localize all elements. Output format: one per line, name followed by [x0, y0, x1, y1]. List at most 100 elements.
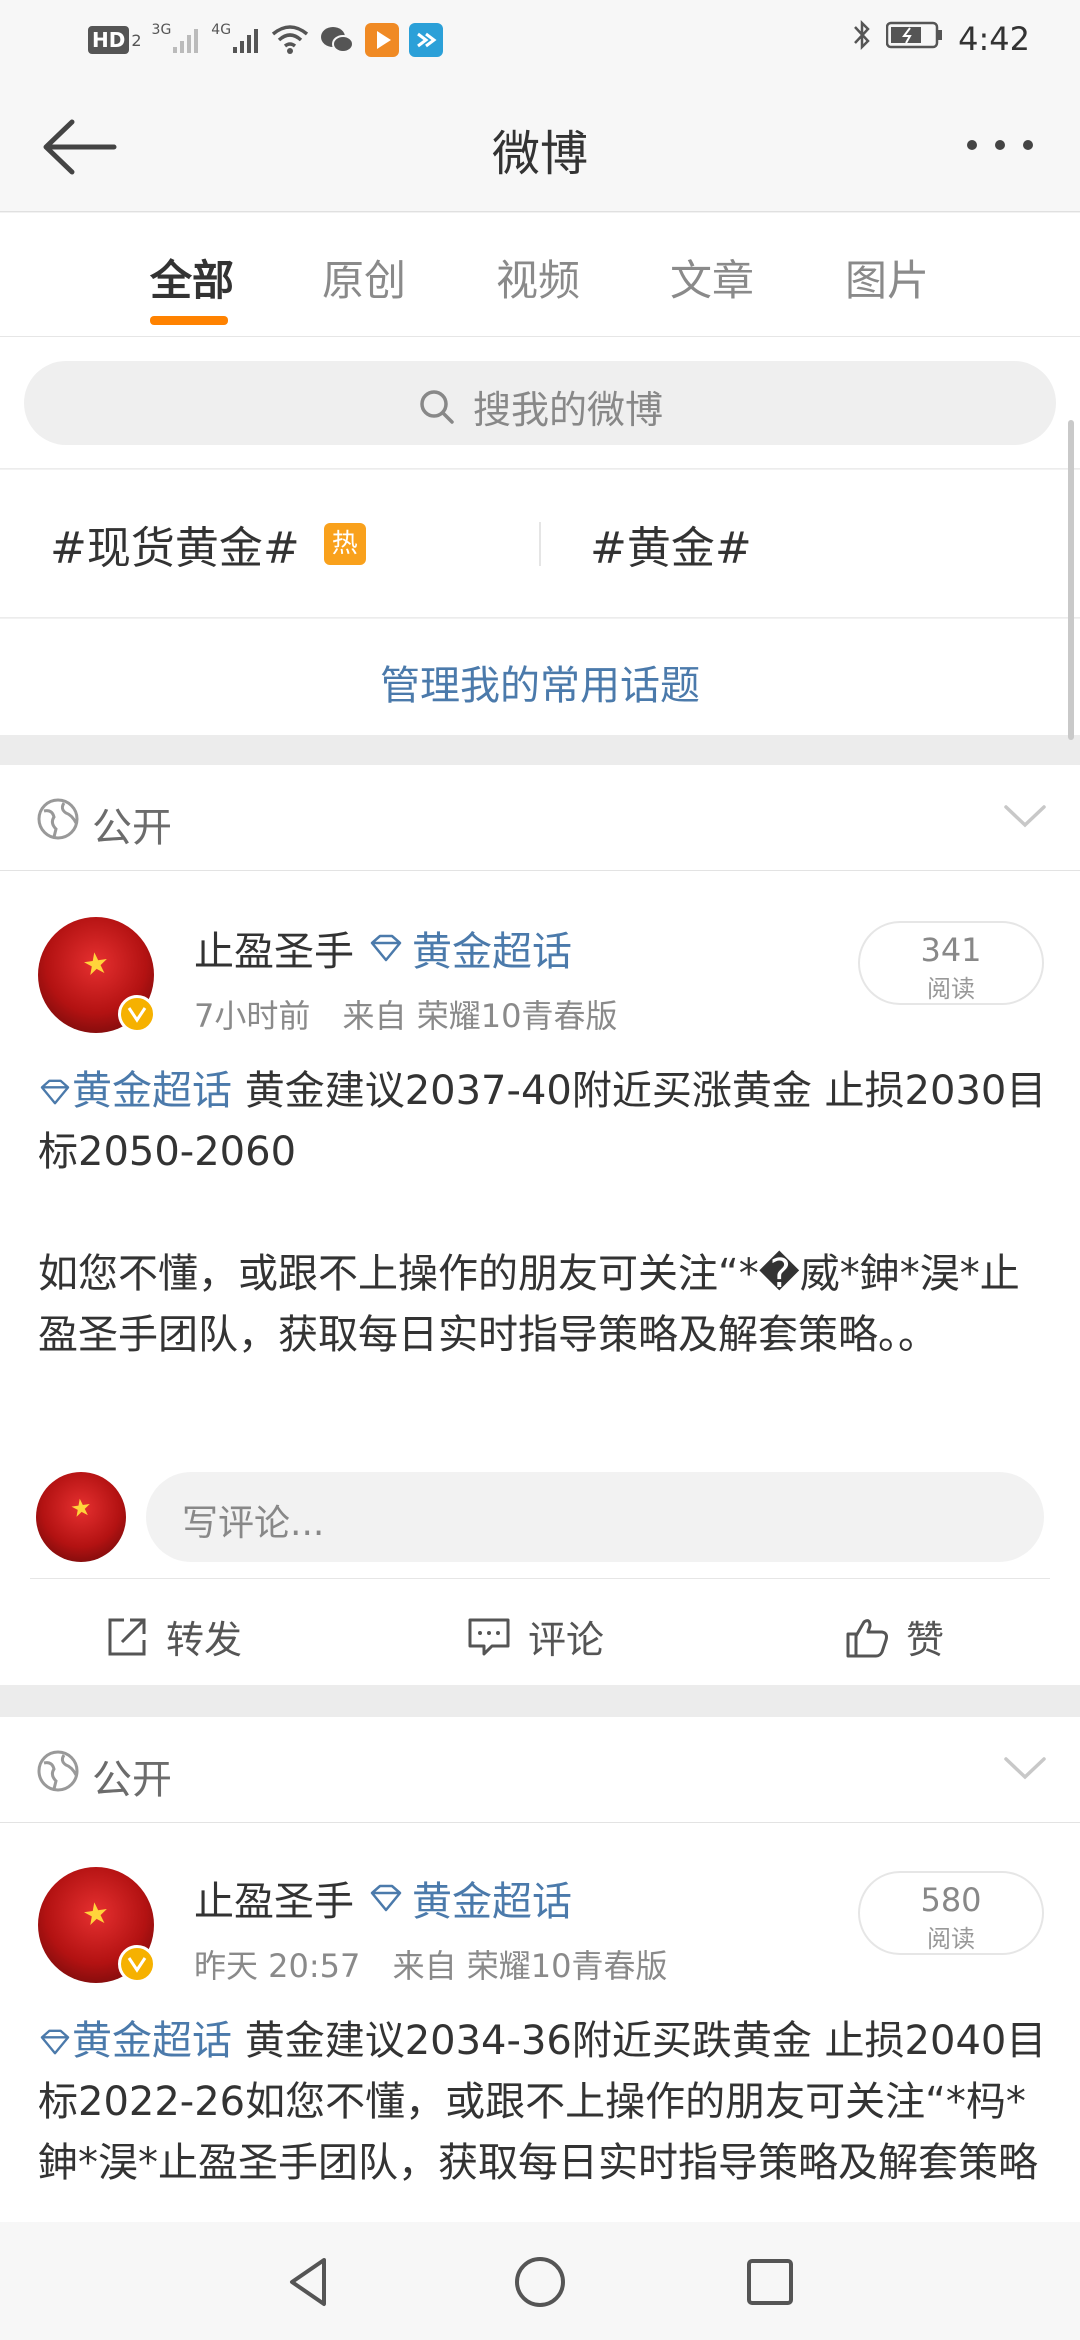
tab-original[interactable]: 原创 [322, 247, 406, 308]
globe-icon [37, 1750, 79, 1792]
post-text-paragraph: 如您不懂，或跟不上操作的朋友可关注“*�威*鉮*淏*止盈圣手团队，获取每日实时指… [38, 1251, 1020, 1358]
topic-gold[interactable]: #黄金# [590, 512, 752, 576]
globe-icon [37, 798, 79, 840]
supertopic-link[interactable]: 黄金超话 [368, 1869, 572, 1927]
video-app-icon [365, 22, 400, 58]
tab-video[interactable]: 视频 [496, 247, 580, 308]
post-actions: 转发 评论 赞 [30, 1578, 1050, 1688]
active-tab-indicator [150, 316, 228, 325]
post-author-row: 止盈圣手 黄金超话 [194, 919, 572, 977]
topic-label: #现货黄金# [50, 523, 300, 574]
read-count: 580 [920, 1881, 982, 1919]
chevron-down-icon[interactable] [1000, 795, 1050, 835]
manage-topics-link[interactable]: 管理我的常用话题 [0, 619, 1080, 735]
topic-divider [539, 522, 541, 566]
like-icon [846, 1618, 888, 1657]
username[interactable]: 止盈圣手 [194, 1869, 354, 1927]
comment-button[interactable]: 评论 [466, 1609, 604, 1664]
clock-time: 4:42 [958, 20, 1030, 58]
read-label: 阅读 [927, 975, 975, 1003]
nav-home-button[interactable] [508, 2250, 572, 2314]
my-avatar: ★ [36, 1472, 126, 1562]
search-placeholder: 搜我的微博 [472, 388, 663, 432]
hot-badge: 热 [323, 523, 366, 565]
nav-recent-icon [747, 2259, 793, 2305]
nav-back-button[interactable] [278, 2250, 342, 2314]
topic-spot-gold[interactable]: #现货黄金# 热 [50, 512, 366, 576]
wifi-icon [271, 22, 309, 58]
username[interactable]: 止盈圣手 [194, 919, 354, 977]
post-meta: 昨天 20:57 来自 荣耀10青春版 [194, 1941, 667, 1987]
repost-label: 转发 [166, 1618, 243, 1662]
post-source: 来自 荣耀10青春版 [342, 997, 618, 1035]
post-author-row: 止盈圣手 黄金超话 [194, 1869, 572, 1927]
title-bar: 微博 [0, 82, 1080, 212]
more-dots-icon [967, 140, 1033, 150]
status-bar: HD 2 3G 4G 4:42 [0, 0, 1080, 82]
like-label: 赞 [906, 1618, 945, 1662]
more-button[interactable] [960, 120, 1040, 170]
filter-tabs: 全部 原创 视频 文章 图片 [0, 213, 1080, 337]
bluetooth-icon [852, 18, 872, 60]
avatar-art: ★ [68, 1492, 94, 1524]
search-input[interactable]: 搜我的微博 [24, 361, 1056, 445]
verified-badge [118, 1945, 156, 1983]
supertopic-label: 黄金超话 [412, 1879, 572, 1925]
post-card: 公开 ★ 止盈圣手 黄金超话 昨天 20:57 来自 荣耀10青春版 580 阅… [0, 1717, 1080, 2222]
visibility-label: 公开 [92, 805, 172, 851]
tab-article[interactable]: 文章 [670, 247, 754, 308]
post-body[interactable]: 黄金超话 黄金建议2034-36附近买跌黄金 止损2040目标2022-26如您… [38, 2011, 1048, 2194]
tab-all[interactable]: 全部 [150, 247, 234, 308]
post-time: 7小时前 [194, 997, 311, 1035]
read-count-badge: 341 阅读 [858, 921, 1044, 1005]
diamond-icon [370, 1884, 402, 1912]
status-icons-left: HD 2 3G 4G [88, 22, 444, 58]
verified-badge [118, 995, 156, 1033]
search-section: 搜我的微博 [0, 337, 1080, 469]
diamond-icon [40, 1079, 70, 1105]
status-icons-right: 4:42 [852, 18, 1030, 60]
repost-button[interactable]: 转发 [104, 1609, 242, 1664]
supertopic-tag[interactable]: 黄金超话 [38, 2018, 232, 2064]
visibility-label: 公开 [92, 1757, 172, 1803]
nav-home-icon [515, 2257, 565, 2307]
read-count-badge: 580 阅读 [858, 1871, 1044, 1955]
frequent-topics: #现货黄金# 热 #黄金# [0, 470, 1080, 618]
search-icon [420, 389, 454, 424]
visibility-row[interactable]: 公开 [0, 765, 1080, 871]
manage-topics-label: 管理我的常用话题 [380, 663, 700, 709]
comment-icon [468, 1618, 510, 1655]
section-gap [0, 735, 1080, 765]
supertopic-link[interactable]: 黄金超话 [368, 919, 572, 977]
nav-recent-button[interactable] [738, 2250, 802, 2314]
page-title: 微博 [491, 126, 588, 182]
comment-label: 评论 [528, 1618, 605, 1662]
post-card: 公开 ★ 止盈圣手 黄金超话 7小时前 来自 荣耀10青春版 341 阅读 黄金… [0, 765, 1080, 1685]
section-gap [0, 1685, 1080, 1717]
battery-icon [885, 20, 944, 58]
signal-3g-icon: 3G [152, 22, 202, 58]
post-source: 来自 荣耀10青春版 [392, 1947, 668, 1985]
chevron-down-icon[interactable] [1000, 1747, 1050, 1787]
post-body[interactable]: 黄金超话 黄金建议2037-40附近买涨黄金 止损2030目标2050-2060… [38, 1061, 1048, 1366]
hd-icon: HD 2 [88, 22, 142, 58]
supertopic-label: 黄金超话 [412, 929, 572, 975]
avatar-art: ★ [80, 945, 112, 984]
post-meta: 7小时前 来自 荣耀10青春版 [194, 991, 617, 1037]
signal-4g-icon: 4G [211, 22, 261, 58]
scrollbar[interactable] [1068, 420, 1074, 740]
read-label: 阅读 [927, 1925, 975, 1953]
visibility-row[interactable]: 公开 [0, 1717, 1080, 1823]
diamond-icon [370, 934, 402, 962]
wechat-icon [319, 22, 355, 58]
comment-input[interactable]: 写评论... [146, 1472, 1044, 1562]
post-time: 昨天 20:57 [194, 1947, 361, 1985]
topic-label: #黄金# [590, 523, 752, 574]
like-button[interactable]: 赞 [844, 1609, 944, 1664]
supertopic-tag[interactable]: 黄金超话 [38, 1068, 232, 1114]
tab-image[interactable]: 图片 [845, 247, 929, 308]
avatar-art: ★ [80, 1895, 112, 1934]
system-nav-bar [0, 2222, 1080, 2340]
comment-placeholder: 写评论... [182, 1503, 325, 1544]
app-notify-icon [409, 22, 444, 58]
